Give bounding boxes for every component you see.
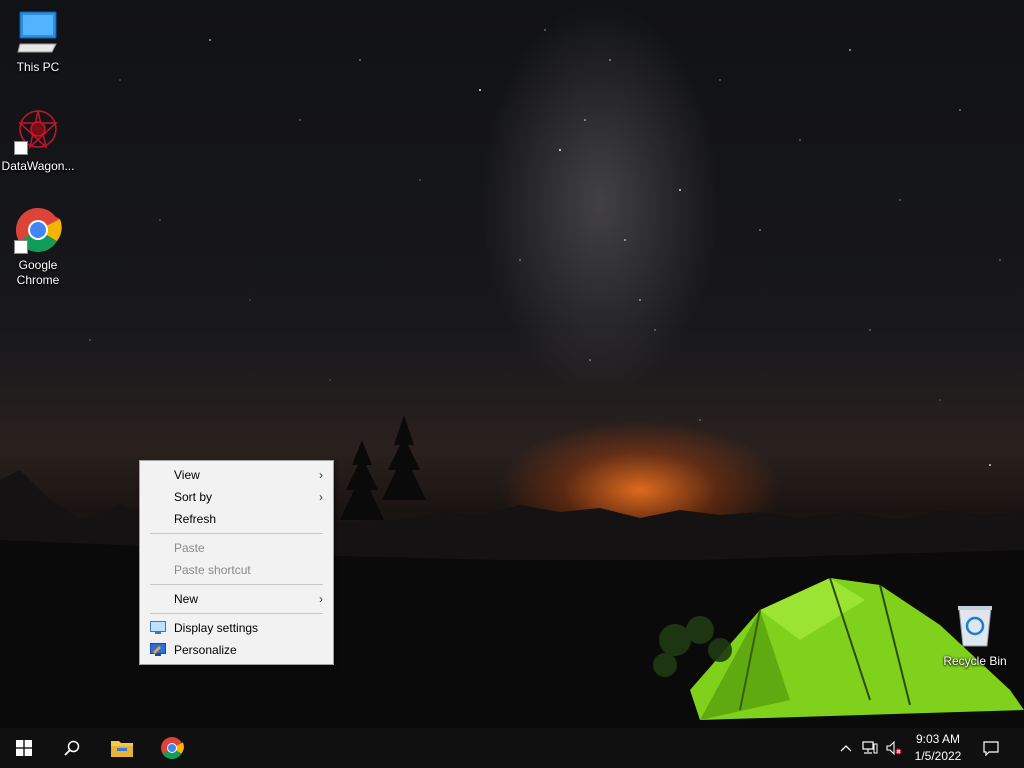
menu-item-label: Personalize bbox=[174, 643, 237, 657]
windows-logo-icon bbox=[16, 740, 32, 756]
search-button[interactable] bbox=[48, 728, 96, 768]
menu-item-personalize[interactable]: Personalize bbox=[140, 639, 333, 661]
chevron-right-icon: › bbox=[319, 490, 323, 504]
start-button[interactable] bbox=[0, 728, 48, 768]
monitor-icon bbox=[14, 8, 62, 56]
shortcut-arrow-icon bbox=[14, 240, 28, 254]
menu-separator bbox=[150, 533, 323, 534]
desktop-context-menu: View › Sort by › Refresh Paste Paste sho… bbox=[139, 460, 334, 665]
chevron-right-icon: › bbox=[319, 468, 323, 482]
menu-item-sort-by[interactable]: Sort by › bbox=[140, 486, 333, 508]
shortcut-arrow-icon bbox=[14, 141, 28, 155]
chevron-up-icon bbox=[840, 745, 852, 752]
taskbar: 9:03 AM 1/5/2022 bbox=[0, 728, 1024, 768]
tray-network-button[interactable] bbox=[862, 740, 878, 756]
desktop-icon-datawagon[interactable]: DataWagon... bbox=[0, 107, 76, 174]
menu-item-view[interactable]: View › bbox=[140, 464, 333, 486]
search-icon bbox=[64, 740, 80, 756]
desktop-icon-label: Google Chrome bbox=[16, 258, 60, 287]
network-icon bbox=[862, 741, 878, 754]
datawagon-icon bbox=[14, 107, 62, 155]
menu-item-paste[interactable]: Paste bbox=[140, 537, 333, 559]
chevron-right-icon: › bbox=[319, 592, 323, 606]
taskbar-clock[interactable]: 9:03 AM 1/5/2022 bbox=[906, 731, 970, 765]
menu-item-new[interactable]: New › bbox=[140, 588, 333, 610]
action-center-button[interactable] bbox=[983, 740, 999, 756]
menu-item-label: Sort by bbox=[174, 490, 213, 504]
menu-separator bbox=[150, 613, 323, 614]
menu-item-label: Paste bbox=[174, 541, 205, 555]
menu-item-label: Paste shortcut bbox=[174, 563, 251, 577]
folder-icon bbox=[111, 741, 133, 757]
clock-date: 1/5/2022 bbox=[914, 749, 962, 763]
chrome-icon bbox=[161, 737, 184, 759]
desktop-icon-this-pc[interactable]: This PC bbox=[0, 8, 76, 75]
tray-overflow-button[interactable] bbox=[838, 740, 854, 756]
menu-item-label: New bbox=[174, 592, 199, 606]
menu-item-label: Refresh bbox=[174, 512, 217, 526]
menu-item-label: Display settings bbox=[174, 621, 259, 635]
recycle-bin-icon bbox=[951, 602, 999, 650]
menu-item-display-settings[interactable]: Display settings bbox=[140, 617, 333, 639]
desktop-icon-google-chrome[interactable]: Google Chrome bbox=[0, 206, 76, 288]
clock-time: 9:03 AM bbox=[915, 732, 961, 746]
tray-volume-button[interactable] bbox=[886, 740, 902, 756]
volume-muted-icon bbox=[886, 741, 902, 755]
menu-item-refresh[interactable]: Refresh bbox=[140, 508, 333, 530]
notification-icon bbox=[983, 741, 999, 756]
personalize-icon bbox=[150, 643, 166, 656]
desktop-icon-label: DataWagon... bbox=[1, 159, 75, 173]
desktop-icon-label: This PC bbox=[16, 60, 60, 74]
desktop-background[interactable]: This PC DataWagon... Google Chrome Recyc… bbox=[0, 0, 1024, 728]
menu-separator bbox=[150, 584, 323, 585]
display-icon bbox=[150, 621, 166, 634]
menu-item-paste-shortcut[interactable]: Paste shortcut bbox=[140, 559, 333, 581]
chrome-icon bbox=[14, 206, 62, 254]
desktop-icon-label: Recycle Bin bbox=[943, 654, 1007, 668]
menu-item-label: View bbox=[174, 468, 200, 482]
taskbar-file-explorer[interactable] bbox=[98, 728, 146, 768]
desktop-icon-recycle-bin[interactable]: Recycle Bin bbox=[937, 602, 1013, 669]
taskbar-google-chrome[interactable] bbox=[148, 728, 196, 768]
